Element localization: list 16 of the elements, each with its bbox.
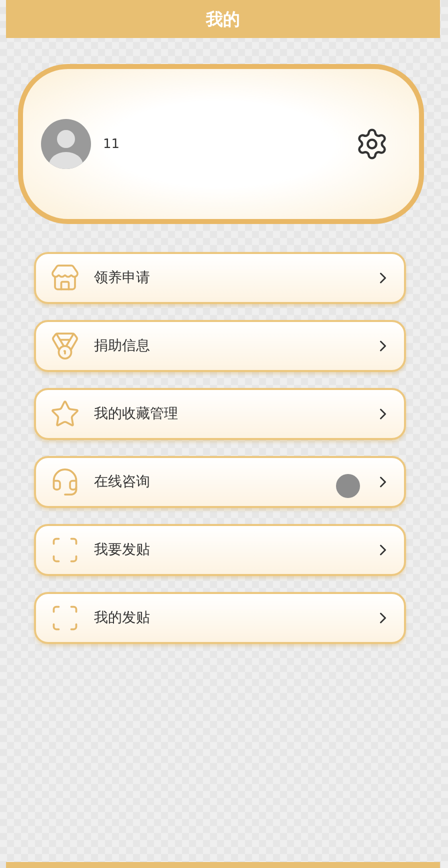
menu-item[interactable]: 我要发贴 xyxy=(34,524,406,576)
store-icon xyxy=(50,263,80,293)
star-icon xyxy=(50,399,80,429)
menu-item[interactable]: 领养申请 xyxy=(34,252,406,304)
menu-item[interactable]: 在线咨询 xyxy=(34,456,406,508)
page-title: 我的 xyxy=(206,8,240,30)
menu-item[interactable]: 我的收藏管理 xyxy=(34,388,406,440)
medal-icon xyxy=(50,331,80,361)
scan-frame-icon xyxy=(50,535,80,565)
menu-item[interactable]: 捐助信息 xyxy=(34,320,406,372)
settings-button[interactable] xyxy=(355,127,389,161)
scan-frame-icon xyxy=(50,603,80,633)
user-name: 11 xyxy=(103,136,121,152)
menu-item[interactable]: 我的发贴 xyxy=(34,592,406,644)
avatar xyxy=(41,119,91,169)
headset-icon xyxy=(50,467,80,497)
